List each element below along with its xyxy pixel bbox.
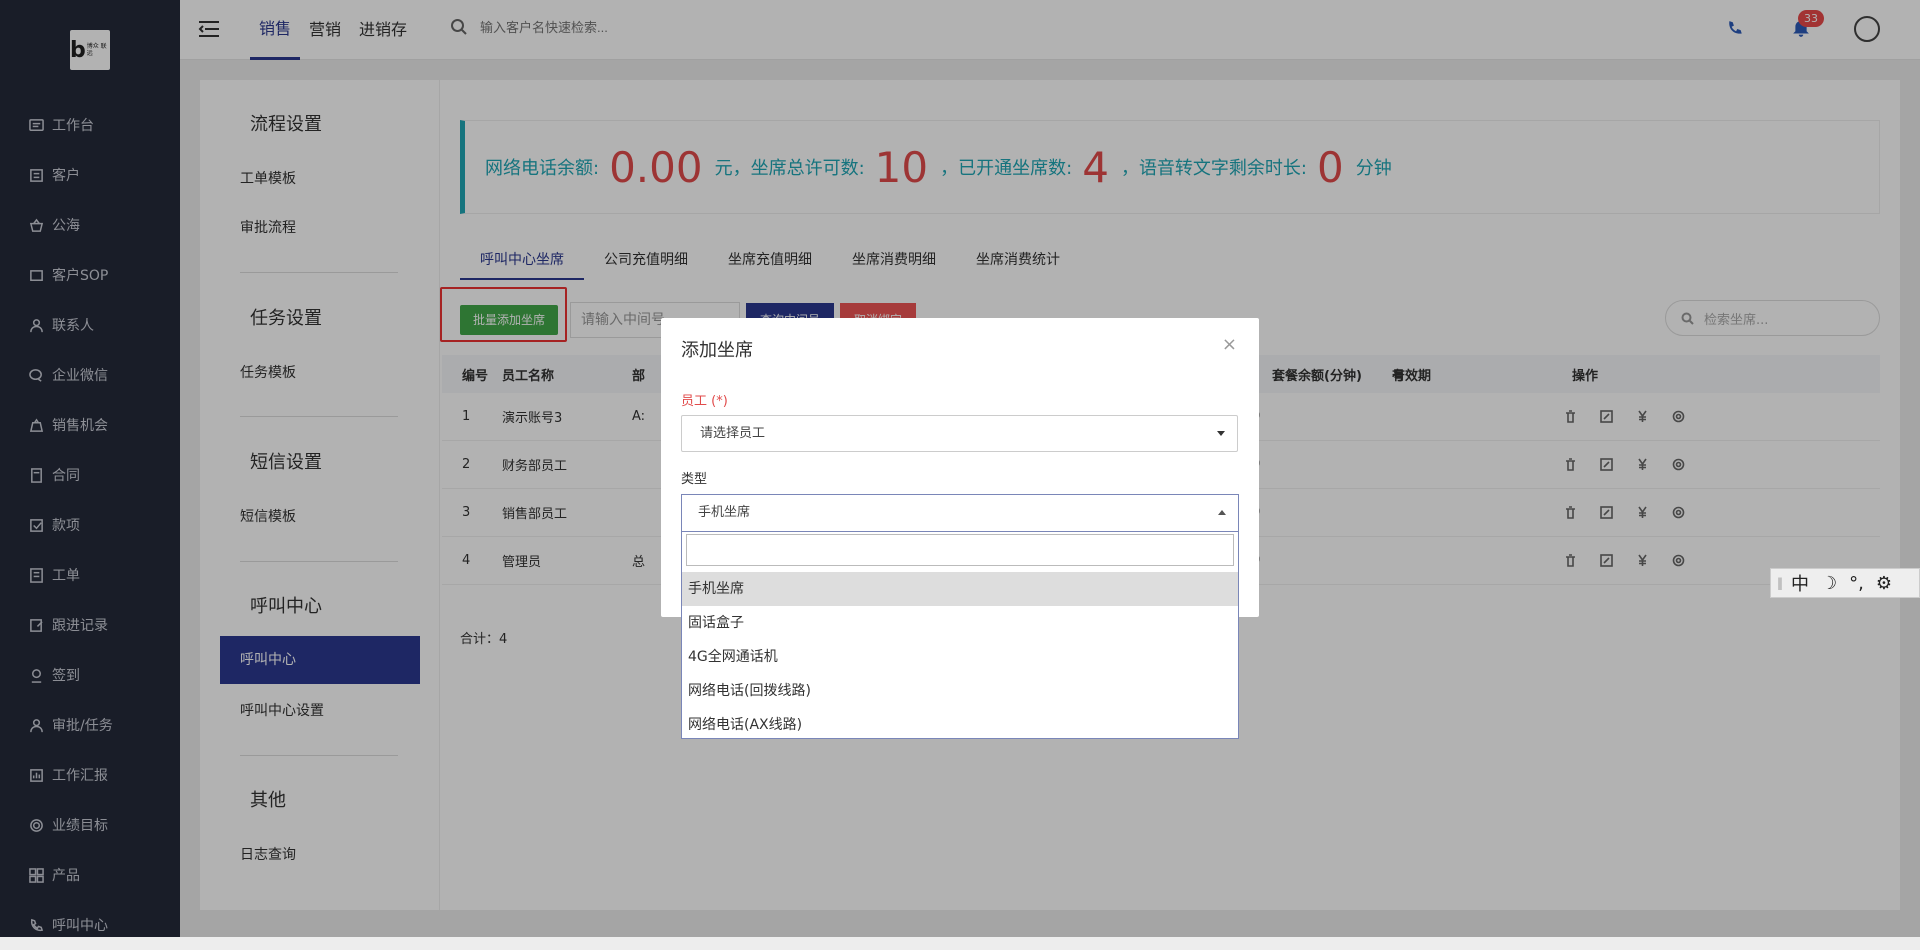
dropdown-search-input[interactable]: [686, 534, 1234, 566]
moon-icon[interactable]: ☽: [1821, 573, 1837, 594]
ime-handle[interactable]: ‖: [1777, 576, 1783, 590]
option-mobile-seat[interactable]: 手机坐席: [682, 572, 1238, 606]
option-4g-phone[interactable]: 4G全网通话机: [682, 640, 1238, 674]
punct-icon[interactable]: °,: [1849, 573, 1864, 594]
option-voip-callback[interactable]: 网络电话(回拨线路): [682, 674, 1238, 708]
chevron-down-icon: [1217, 431, 1225, 436]
modal-title: 添加坐席: [681, 340, 753, 361]
option-landline-box[interactable]: 固话盒子: [682, 606, 1238, 640]
employee-select[interactable]: 请选择员工: [681, 415, 1238, 452]
gear-icon[interactable]: ⚙: [1876, 573, 1892, 594]
option-voip-ax[interactable]: 网络电话(AX线路): [682, 708, 1238, 742]
employee-label: 员工 (*): [681, 394, 728, 409]
close-icon[interactable]: ×: [1222, 334, 1237, 355]
ime-toolbar: ‖ 中 ☽ °, ⚙: [1770, 568, 1920, 598]
type-select[interactable]: 手机坐席: [681, 494, 1239, 532]
type-label: 类型: [681, 472, 708, 487]
ime-mode[interactable]: 中: [1791, 570, 1809, 596]
chevron-up-icon: [1218, 510, 1226, 515]
